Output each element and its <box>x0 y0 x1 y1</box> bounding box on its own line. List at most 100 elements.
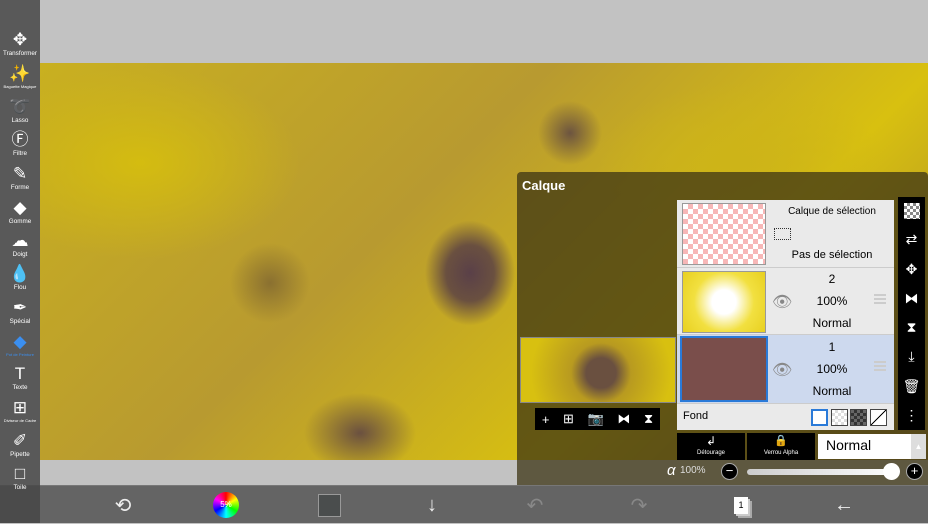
drop-icon: 💧 <box>9 264 31 283</box>
eyedropper-icon: ✐ <box>12 431 28 450</box>
camera-icon[interactable]: 📷 <box>588 411 604 427</box>
bg-none-button[interactable] <box>870 409 887 426</box>
fx-icon: Ⓕ <box>11 130 29 149</box>
back-arrow-icon[interactable]: ← <box>824 486 864 524</box>
lasso-icon: ➰ <box>9 97 31 116</box>
tool-fx[interactable]: Ⓕ Filtre <box>0 130 40 157</box>
tool-label: Gomme <box>8 218 32 225</box>
drag-handle-icon[interactable] <box>874 294 886 304</box>
flip-vertical-icon[interactable]: ⧗ <box>644 411 653 427</box>
layer-name: 1 <box>828 340 836 354</box>
flip-horizontal-icon[interactable]: ⧓ <box>617 411 630 427</box>
clipping-arrow-icon: ↲ <box>705 434 717 448</box>
undo-icon[interactable]: ↶ <box>515 486 555 524</box>
tool-paint-bucket[interactable]: ◆ Pot de Peinture <box>0 332 40 357</box>
add-layer-icon[interactable]: + <box>542 412 550 427</box>
drag-handle-icon[interactable] <box>874 361 886 371</box>
alpha-lock-button[interactable]: 🔒 Verrou Alpha <box>747 433 815 460</box>
blend-mode-select[interactable]: Normal <box>818 434 911 459</box>
bottom-toolbar: ⟲ 5% ↓ ↶ ↷ 1 ← <box>0 485 928 523</box>
canvas-preview[interactable] <box>520 337 676 403</box>
trash-icon[interactable]: 🗑 <box>903 378 921 395</box>
opacity-slider-knob[interactable] <box>883 463 900 480</box>
tool-label: Lasso <box>11 117 29 124</box>
tool-brush[interactable]: ✎ Forme <box>0 164 40 191</box>
opacity-row: α 100% − + <box>667 462 928 482</box>
blend-row: ↲ Détourage 🔒 Verrou Alpha Normal ▲ <box>677 433 928 460</box>
current-color-swatch <box>317 493 341 517</box>
tool-label: Diviseur de Cadre <box>3 418 37 423</box>
layer-thumbnail <box>680 336 768 402</box>
layer-blend: Normal <box>812 316 852 330</box>
move-icon[interactable]: ✥ <box>906 261 918 278</box>
layers-button[interactable]: 1 <box>721 486 761 524</box>
tool-frame-divider[interactable]: ⊞ Diviseur de Cadre <box>0 398 40 423</box>
layer-side-toolbar: ⇄ ✥ ⧓ ⧗ ⤓ 🗑 ⋮ <box>898 197 925 430</box>
left-toolbar: ✥ Transformer ✨ Baguette Magique ➰ Lasso Ⓕ Filt… <box>0 0 40 523</box>
layer-blend: Normal <box>812 384 852 398</box>
rotate-canvas-icon[interactable]: ⟲ <box>103 486 143 524</box>
tool-eyedropper[interactable]: ✐ Pipette <box>0 431 40 458</box>
tool-smudge[interactable]: ☁ Doigt <box>0 231 40 258</box>
tool-label: Filtre <box>12 150 28 157</box>
merge-down-icon[interactable]: ⤓ <box>908 348 914 365</box>
swap-layers-icon[interactable]: ⇄ <box>906 231 918 248</box>
selection-layer[interactable]: Calque de sélection Pas de sélection <box>677 200 894 268</box>
more-icon[interactable]: ⋮ <box>905 407 919 424</box>
tool-label: Forme <box>10 184 30 191</box>
bg-light-checker-button[interactable] <box>831 409 848 426</box>
flip-vertical-icon[interactable]: ⧗ <box>907 319 917 336</box>
plus-icon[interactable]: + <box>906 463 923 480</box>
color-wheel-button[interactable]: 5% <box>206 486 246 524</box>
minus-icon[interactable]: − <box>721 463 738 480</box>
magic-wand-icon: ✨ <box>9 64 31 83</box>
tool-label: Flou <box>13 284 27 291</box>
checker-icon[interactable] <box>903 203 920 220</box>
tool-label: Doigt <box>12 251 28 258</box>
special-pen-icon: ✒ <box>12 298 28 317</box>
clipping-label: Détourage <box>696 450 726 456</box>
tool-eraser[interactable]: ◆ Gomme <box>0 198 40 225</box>
panel-title: Calque <box>522 178 566 193</box>
layer-row-selected[interactable]: 1 👁 100% Normal <box>677 335 894 404</box>
current-color-button[interactable] <box>309 486 349 524</box>
layer-panel: Calque + ⊞ 📷 ⧓ ⧗ Calque de sélection Pas… <box>517 172 928 485</box>
clipping-button[interactable]: ↲ Détourage <box>677 433 745 460</box>
flip-horizontal-icon[interactable]: ⧓ <box>905 290 919 307</box>
layer-row[interactable]: 2 👁 100% Normal <box>677 268 894 335</box>
frame-divider-icon: ⊞ <box>12 398 28 417</box>
layer-list: Calque de sélection Pas de sélection 2 👁… <box>677 200 894 430</box>
tool-label: Spécial <box>9 318 31 325</box>
opacity-slider[interactable] <box>747 469 899 475</box>
tool-canvas[interactable]: □ Toile <box>0 464 40 491</box>
bg-white-button[interactable] <box>811 409 828 426</box>
layer-name: 2 <box>828 272 836 286</box>
tool-label: Pot de Peinture <box>6 352 34 357</box>
tool-label: Texte <box>12 384 28 391</box>
eraser-icon: ◆ <box>13 198 27 217</box>
duplicate-layer-icon[interactable]: ⊞ <box>563 411 574 427</box>
selection-status: Pas de sélection <box>791 249 873 261</box>
alpha-symbol: α <box>667 462 676 479</box>
tool-move-arrows[interactable]: ✥ Transformer <box>0 30 40 57</box>
selection-thumbnail <box>682 203 766 265</box>
background-row: Fond <box>677 404 894 430</box>
layer-count: 1 <box>734 496 748 514</box>
tool-special-pen[interactable]: ✒ Spécial <box>0 298 40 325</box>
tool-drop[interactable]: 💧 Flou <box>0 264 40 291</box>
triangle-up-icon[interactable]: ▲ <box>911 434 926 459</box>
bg-dark-checker-button[interactable] <box>850 409 867 426</box>
tool-text[interactable]: T Texte <box>0 364 40 391</box>
tool-label: Transformer <box>2 50 38 57</box>
down-arrow-icon[interactable]: ↓ <box>412 486 452 524</box>
selection-layer-title: Calque de sélection <box>788 206 876 217</box>
redo-icon[interactable]: ↷ <box>619 486 659 524</box>
layer-thumbnail <box>682 271 766 333</box>
move-arrows-icon: ✥ <box>12 30 28 49</box>
tool-lasso[interactable]: ➰ Lasso <box>0 97 40 124</box>
layer-actions: + ⊞ 📷 ⧓ ⧗ <box>535 408 660 430</box>
lock-icon: 🔒 <box>774 435 788 447</box>
tool-magic-wand[interactable]: ✨ Baguette Magique <box>0 64 40 89</box>
brush-icon: ✎ <box>12 164 28 183</box>
selection-rect-icon <box>774 228 791 240</box>
